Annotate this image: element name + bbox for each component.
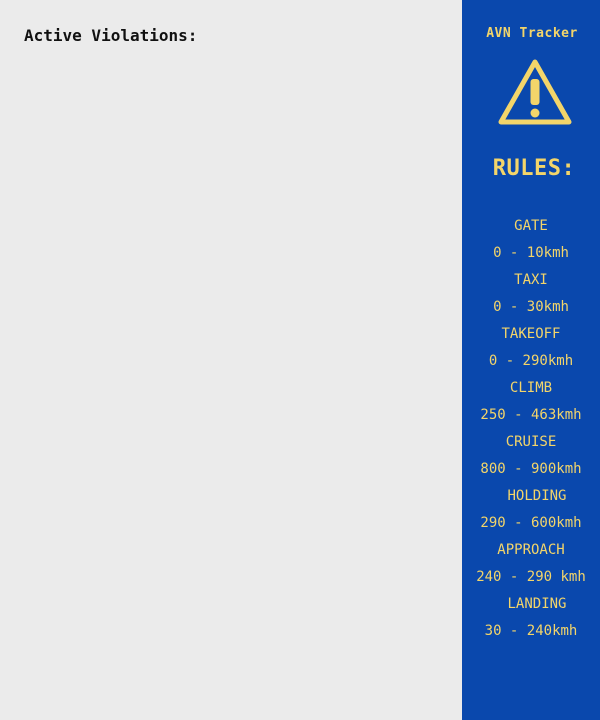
main-panel: Active Violations: bbox=[0, 0, 462, 720]
rule-range-gate: 0 - 10kmh bbox=[493, 245, 569, 261]
app-window: Active Violations: AVN Tracker RULES: GA… bbox=[0, 0, 600, 720]
warning-triangle-icon bbox=[498, 59, 572, 125]
rule-phase-climb: CLIMB bbox=[509, 380, 553, 396]
rule-range-takeoff: 0 - 290kmh bbox=[488, 353, 574, 369]
rule-range-landing: 30 - 240kmh bbox=[484, 623, 578, 639]
rule-phase-taxi: TAXI bbox=[514, 272, 548, 288]
rule-range-climb: 250 - 463kmh bbox=[480, 407, 582, 423]
rule-phase-takeoff: TAKEOFF bbox=[501, 326, 561, 342]
rule-phase-approach: APPROACH bbox=[497, 542, 565, 558]
rule-phase-gate: GATE bbox=[514, 218, 548, 234]
rule-range-taxi: 0 - 30kmh bbox=[493, 299, 569, 315]
rule-phase-cruise: CRUISE bbox=[505, 434, 557, 450]
rule-phase-landing: LANDING bbox=[507, 596, 567, 612]
app-title: AVN Tracker bbox=[486, 26, 578, 41]
active-violations-label: Active Violations: bbox=[24, 26, 198, 45]
rule-phase-holding: HOLDING bbox=[507, 488, 567, 504]
rules-sidebar: AVN Tracker RULES: GATE 0 - 10kmh TAXI 0… bbox=[462, 0, 600, 720]
violations-list bbox=[24, 60, 444, 700]
rule-range-cruise: 800 - 900kmh bbox=[480, 461, 582, 477]
rules-heading: RULES: bbox=[492, 156, 576, 181]
rule-range-approach: 240 - 290 kmh bbox=[476, 569, 586, 585]
rule-range-holding: 290 - 600kmh bbox=[480, 515, 582, 531]
